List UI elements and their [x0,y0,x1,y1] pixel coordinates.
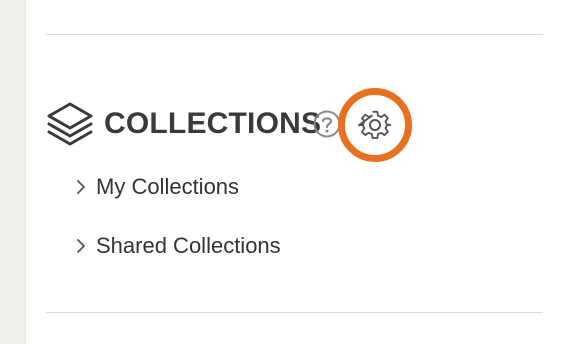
layers-icon [47,102,93,146]
chevron-right-icon [77,239,85,253]
nav-item-label: My Collections [96,174,240,199]
section-divider-top [46,34,543,35]
collections-settings-button[interactable] [338,88,412,162]
section-divider-bottom [46,312,543,313]
gear-icon [358,110,392,140]
nav-item-label: Shared Collections [96,233,281,258]
collections-title: COLLECTIONS [104,107,322,140]
chevron-right-icon [77,180,85,194]
collections-header: COLLECTIONS [44,98,321,150]
nav-item-my-collections[interactable]: My Collections [74,170,239,204]
nav-item-shared-collections[interactable]: Shared Collections [74,229,281,263]
